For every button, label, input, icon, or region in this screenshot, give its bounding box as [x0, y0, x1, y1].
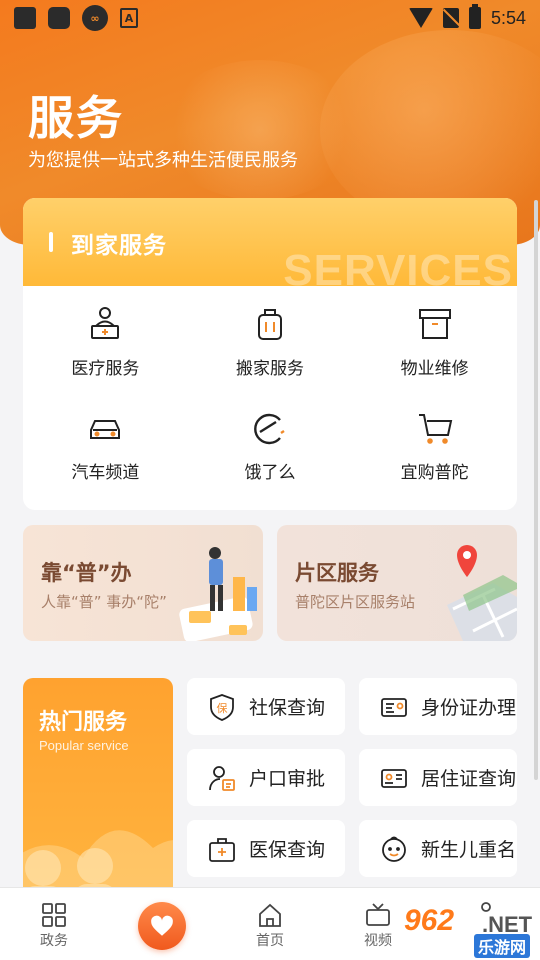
status-bar: ∞ A 5:54: [0, 0, 540, 36]
battery-icon: [468, 4, 481, 29]
map-pin-illustration: [447, 545, 517, 641]
svg-text:保: 保: [217, 701, 228, 715]
car-icon: [90, 420, 121, 439]
box-icon: [418, 309, 451, 339]
status-time: 5:54: [490, 7, 526, 28]
services-watermark: SERVICES: [283, 246, 513, 295]
title-accent-bar: [49, 232, 53, 252]
home-service-title: 到家服务: [71, 233, 167, 259]
shield-bao-icon: 保: [210, 693, 234, 721]
no-sim-icon: [442, 8, 459, 28]
tile-household-register[interactable]: 户口审批: [187, 749, 345, 806]
banner-title: 靠“普”办: [41, 561, 132, 585]
wifi-icon: [408, 8, 433, 28]
baby-face-icon: [382, 836, 406, 862]
tile-residence-permit[interactable]: 居住证查询: [359, 749, 517, 806]
app-notification-icon: [48, 7, 70, 29]
cart-icon: [418, 414, 452, 444]
service-property-repair[interactable]: 物业维修: [352, 304, 517, 408]
service-auto[interactable]: 汽车频道: [23, 408, 188, 510]
nav-service-favorite[interactable]: [108, 888, 216, 960]
infinity-app-icon: ∞: [82, 5, 108, 31]
tile-social-security[interactable]: 保 社保查询: [187, 678, 345, 735]
heart-icon: [151, 915, 173, 936]
heart-fab-button[interactable]: [138, 902, 186, 950]
grid-icon: [42, 903, 66, 927]
tv-icon: [366, 903, 390, 926]
hot-services-title: 热门服务: [39, 710, 128, 735]
banner-kaopu-ban[interactable]: 靠“普”办 人靠“普” 事办“陀”: [23, 525, 263, 641]
notification-icon: [14, 7, 36, 29]
tile-medical-insurance[interactable]: 医保查询: [187, 820, 345, 877]
service-medical[interactable]: 医疗服务: [23, 304, 188, 408]
medical-kit-icon: [209, 837, 235, 862]
nav-home[interactable]: 首页: [216, 888, 324, 960]
nav-government[interactable]: 政务: [0, 888, 108, 960]
hot-services-panel[interactable]: 热门服务 Popular service: [23, 678, 173, 898]
page-title: 服务: [28, 91, 124, 145]
eleme-icon: [254, 413, 285, 445]
person-doc-icon: [209, 765, 235, 791]
phone-person-illustration: [179, 547, 257, 641]
tile-newborn-name[interactable]: 新生儿重名: [359, 820, 517, 877]
site-watermark-logo: 962 .NET 乐游网: [404, 904, 533, 958]
id-card-icon: [381, 697, 407, 717]
font-a-icon: A: [120, 8, 138, 28]
banner-title: 片区服务: [295, 561, 379, 585]
scrollbar[interactable]: [534, 200, 538, 780]
banner-subtitle: 普陀区片区服务站: [295, 593, 416, 611]
page-subtitle: 为您提供一站式多种生活便民服务: [28, 150, 298, 171]
tile-id-card[interactable]: 身份证办理: [359, 678, 517, 735]
silhouette-illustration: [23, 830, 173, 898]
service-moving[interactable]: 搬家服务: [188, 304, 353, 408]
medical-desk-icon: [91, 307, 120, 339]
banner-subtitle: 人靠“普” 事办“陀”: [41, 593, 167, 611]
service-eleme[interactable]: 饿了么: [188, 408, 353, 510]
home-service-header: 到家服务 SERVICES: [23, 198, 517, 295]
home-icon: [259, 903, 281, 927]
luggage-icon: [257, 309, 282, 340]
banner-district-service[interactable]: 片区服务 普陀区片区服务站: [277, 525, 517, 641]
home-service-card: 到家服务 SERVICES 医疗服务 搬家服务 物业维修 汽车频道 饿了么 宜购…: [23, 198, 517, 510]
hot-services-subtitle: Popular service: [39, 738, 129, 753]
residence-card-icon: [381, 768, 407, 788]
service-yigou-putuo[interactable]: 宜购普陀: [352, 408, 517, 510]
